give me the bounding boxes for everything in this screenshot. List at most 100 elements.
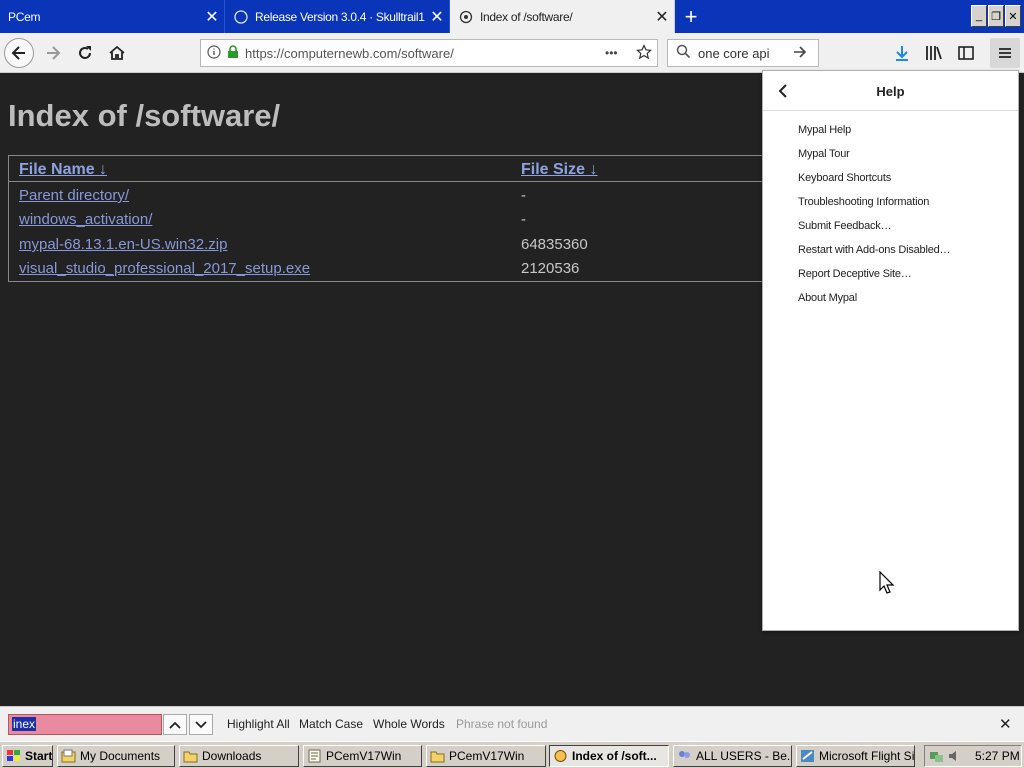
menu-item-mypal-help[interactable]: Mypal Help <box>798 124 851 136</box>
header-divider <box>9 181 769 182</box>
highlight-all-button[interactable]: Highlight All <box>227 717 290 731</box>
taskbar-button-all-users[interactable]: ALL USERS - Be... <box>673 745 792 767</box>
sort-arrow-icon: ↓ <box>99 161 108 178</box>
menu-item-keyboard-shortcuts[interactable]: Keyboard Shortcuts <box>798 172 891 184</box>
file-size: - <box>521 187 526 204</box>
menu-item-submit-feedback[interactable]: Submit Feedback… <box>798 220 892 232</box>
taskbar-button-pcemv17win-2[interactable]: PCemV17Win <box>426 745 546 767</box>
minimize-button[interactable]: _ <box>971 5 987 27</box>
column-header-name: File Name <box>19 161 95 178</box>
tab-bar: PCem ✕ Release Version 3.0.4 · Skulltrai… <box>0 0 1024 33</box>
taskbar-button-flight-simulator[interactable]: Microsoft Flight Si... <box>796 745 915 767</box>
mouse-cursor-icon <box>879 571 895 594</box>
taskbar-button-pcemv17win-1[interactable]: PCemV17Win <box>303 745 422 767</box>
file-size: 64835360 <box>521 236 588 253</box>
site-icon <box>458 9 474 25</box>
taskbar-button-my-documents[interactable]: My Documents <box>57 745 175 767</box>
search-go-icon[interactable] <box>792 44 818 63</box>
file-size: 2120536 <box>521 260 580 277</box>
file-listing-table: File Name ↓ File Size ↓ Parent directory… <box>8 155 769 282</box>
file-link[interactable]: visual_studio_professional_2017_setup.ex… <box>19 260 310 277</box>
browser-icon <box>554 750 567 762</box>
windows-logo-icon <box>7 750 20 761</box>
close-window-button[interactable]: ✕ <box>1005 5 1021 27</box>
new-tab-button[interactable]: + <box>675 0 707 33</box>
close-find-bar-button[interactable]: ✕ <box>999 715 1012 733</box>
page-actions-icon[interactable]: ••• <box>605 46 631 60</box>
url-bar[interactable]: https://computernewb.com/software/ ••• <box>200 39 658 67</box>
back-button[interactable] <box>4 38 34 68</box>
taskbar-button-downloads[interactable]: Downloads <box>179 745 299 767</box>
menu-item-restart-addons-disabled[interactable]: Restart with Add-ons Disabled… <box>798 244 951 256</box>
network-icon[interactable] <box>929 749 945 763</box>
taskbar-button-label: My Documents <box>80 749 161 763</box>
menu-item-report-deceptive-site[interactable]: Report Deceptive Site… <box>798 268 912 280</box>
help-menu-panel: Help Mypal Help Mypal Tour Keyboard Shor… <box>762 70 1019 631</box>
flight-simulator-icon <box>801 750 814 762</box>
find-next-button[interactable] <box>189 714 213 735</box>
home-icon <box>109 45 125 60</box>
folder-icon <box>183 751 198 763</box>
menu-header: Help <box>763 71 1018 111</box>
chevron-up-icon <box>169 721 181 729</box>
tab-index-software[interactable]: Index of /software/ ✕ <box>450 0 675 33</box>
taskbar-button-label: Downloads <box>202 749 262 763</box>
tab-pcem[interactable]: PCem ✕ <box>0 0 225 33</box>
bookmark-star-icon[interactable] <box>631 43 657 63</box>
close-tab-icon[interactable]: ✕ <box>425 7 449 27</box>
taskbar-button-label: ALL USERS - Be... <box>696 749 792 763</box>
forward-arrow-icon <box>47 46 61 60</box>
home-button[interactable] <box>102 38 132 68</box>
sort-by-size-link[interactable]: File Size ↓ <box>521 161 597 179</box>
clock: 5:27 PM <box>975 749 1020 763</box>
start-button[interactable]: Start <box>2 745 53 767</box>
url-text[interactable]: https://computernewb.com/software/ <box>245 46 605 61</box>
taskbar-button-label: Microsoft Flight Si... <box>819 749 915 763</box>
file-size: - <box>521 211 526 228</box>
info-icon[interactable] <box>201 44 227 62</box>
folder-icon <box>430 751 445 763</box>
menu-item-about-mypal[interactable]: About Mypal <box>798 292 857 304</box>
github-icon <box>233 9 249 25</box>
forward-button[interactable] <box>38 38 68 68</box>
start-label: Start <box>25 749 53 763</box>
close-tab-icon[interactable]: ✕ <box>200 7 224 27</box>
menu-item-troubleshooting[interactable]: Troubleshooting Information <box>798 196 929 208</box>
find-input[interactable]: inex <box>8 714 162 735</box>
notepad-icon <box>308 749 321 763</box>
search-input[interactable]: one core api <box>698 46 792 61</box>
users-icon <box>679 751 690 758</box>
column-header-size: File Size <box>521 161 586 178</box>
find-previous-button[interactable] <box>163 714 187 735</box>
close-tab-icon[interactable]: ✕ <box>650 7 674 27</box>
whole-words-button[interactable]: Whole Words <box>373 717 445 731</box>
find-bar: inex Highlight All Match Case Whole Word… <box>0 706 1024 741</box>
file-link[interactable]: windows_activation/ <box>19 211 152 228</box>
taskbar-button-label: Index of /soft... <box>572 749 657 763</box>
volume-icon[interactable] <box>947 749 961 763</box>
taskbar: Start My Documents Downloads PCemV17Win … <box>0 741 1024 768</box>
back-arrow-icon <box>11 46 25 60</box>
library-icon <box>926 46 942 60</box>
reload-icon <box>79 46 91 59</box>
file-link[interactable]: mypal-68.13.1.en-US.win32.zip <box>19 236 227 253</box>
page-title: Index of /software/ <box>8 98 281 133</box>
tab-title: Index of /software/ <box>480 9 573 24</box>
tab-release[interactable]: Release Version 3.0.4 · Skulltrail15 ✕ <box>225 0 450 33</box>
taskbar-button-index-of-software[interactable]: Index of /soft... <box>549 745 669 767</box>
lock-icon <box>227 44 245 62</box>
library-button[interactable] <box>919 38 949 68</box>
sidebar-button[interactable] <box>951 38 981 68</box>
sort-by-name-link[interactable]: File Name ↓ <box>19 161 107 179</box>
navigation-bar: https://computernewb.com/software/ ••• o… <box>0 33 1024 73</box>
download-icon <box>896 46 908 61</box>
sidebar-icon <box>958 46 974 60</box>
menu-item-mypal-tour[interactable]: Mypal Tour <box>798 148 850 160</box>
menu-button[interactable] <box>990 38 1020 68</box>
restore-button[interactable]: ❐ <box>988 5 1004 27</box>
file-link[interactable]: Parent directory/ <box>19 187 129 204</box>
downloads-button[interactable] <box>887 38 917 68</box>
search-bar[interactable]: one core api <box>667 39 819 67</box>
match-case-button[interactable]: Match Case <box>299 717 363 731</box>
reload-button[interactable] <box>70 38 100 68</box>
